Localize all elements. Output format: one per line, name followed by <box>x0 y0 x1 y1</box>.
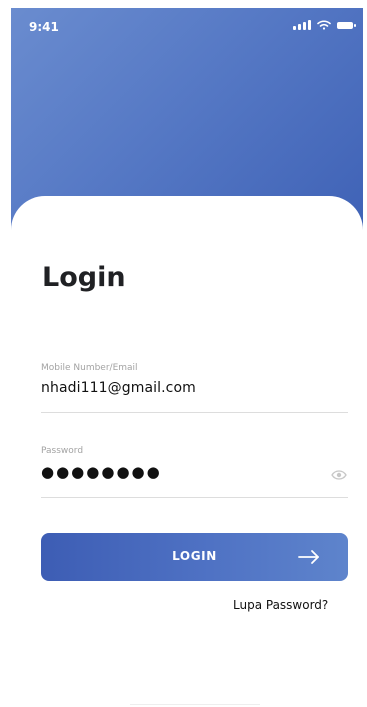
page-title: Login <box>42 262 126 293</box>
status-icons <box>293 20 356 30</box>
battery-icon <box>337 21 356 29</box>
password-label: Password <box>41 446 84 456</box>
status-bar: 9:41 <box>11 8 363 48</box>
email-underline <box>41 412 348 413</box>
forgot-password-link[interactable]: Lupa Password? <box>233 598 328 612</box>
password-underline <box>41 497 348 498</box>
signal-icon <box>293 20 311 30</box>
eye-icon[interactable] <box>331 470 347 480</box>
wifi-icon <box>317 20 331 30</box>
arrow-right-icon <box>298 550 319 564</box>
status-time: 9:41 <box>29 20 59 34</box>
password-field[interactable]: Password ●●●●●●●● <box>41 446 348 498</box>
email-input[interactable]: nhadi111@gmail.com <box>41 380 348 396</box>
login-screen: 9:41 Login Mobile Number/Email nhadi111@… <box>0 0 367 707</box>
login-button[interactable]: LOGIN <box>41 533 348 581</box>
email-label: Mobile Number/Email <box>41 363 138 373</box>
email-field[interactable]: Mobile Number/Email nhadi111@gmail.com <box>41 363 348 413</box>
home-indicator <box>130 704 260 705</box>
password-input[interactable]: ●●●●●●●● <box>41 463 348 481</box>
